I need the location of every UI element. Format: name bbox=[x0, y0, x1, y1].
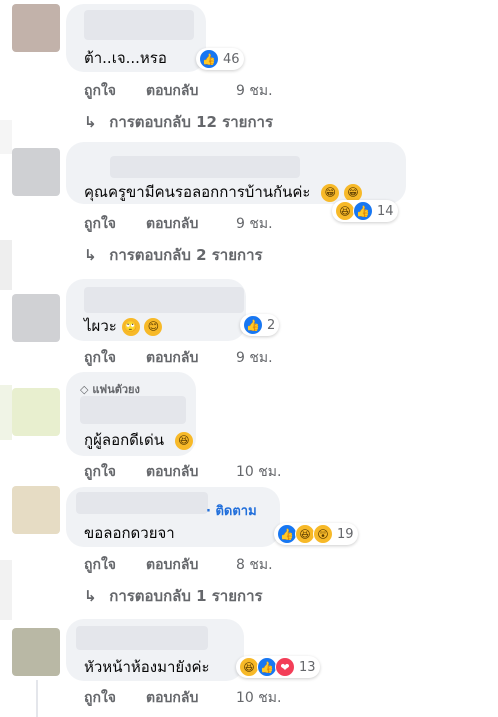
like-link[interactable]: ถูกใจ bbox=[84, 461, 116, 483]
avatar[interactable] bbox=[12, 148, 60, 196]
comment-text-content: ไผวะ bbox=[84, 317, 117, 335]
redacted-author-name[interactable] bbox=[84, 287, 244, 313]
view-replies-link[interactable]: ↳ การตอบกลับ 2 รายการ bbox=[84, 243, 263, 267]
reply-link[interactable]: ตอบกลับ bbox=[146, 213, 198, 235]
love-reaction-icon: ❤ bbox=[275, 657, 295, 677]
reaction-summary[interactable]: 👍 2 bbox=[240, 314, 280, 336]
redacted-author-name[interactable] bbox=[76, 492, 208, 514]
like-link[interactable]: ถูกใจ bbox=[84, 213, 116, 235]
comment-text: ไผวะ 🙄 😊 bbox=[84, 314, 163, 338]
reply-link[interactable]: ตอบกลับ bbox=[146, 80, 198, 102]
like-link[interactable]: ถูกใจ bbox=[84, 554, 116, 576]
left-edge-block bbox=[0, 560, 12, 620]
comment-text: ขอลอกดวยจา bbox=[84, 524, 175, 542]
view-replies-link[interactable]: ↳ การตอบกลับ 1 รายการ bbox=[84, 584, 263, 608]
comment-time[interactable]: 10 ชม. bbox=[236, 461, 281, 483]
haha-reaction-icon: 😆 bbox=[335, 201, 355, 221]
smile-emoji-icon: 😊 bbox=[144, 317, 163, 336]
diamond-icon: ◇ bbox=[80, 383, 89, 396]
haha-reaction-icon: 😆 bbox=[295, 524, 315, 544]
like-reaction-icon: 👍 bbox=[199, 49, 219, 69]
top-fan-label: แฟนตัวยง bbox=[92, 383, 140, 396]
comment-text: หัวหน้าห้องมายังค่ะ bbox=[84, 658, 210, 676]
reply-arrow-icon: ↳ bbox=[84, 587, 97, 605]
replies-label: การตอบกลับ 12 รายการ bbox=[109, 113, 274, 131]
reaction-count: 46 bbox=[223, 51, 240, 67]
like-link[interactable]: ถูกใจ bbox=[84, 80, 116, 102]
like-link[interactable]: ถูกใจ bbox=[84, 347, 116, 369]
reply-link[interactable]: ตอบกลับ bbox=[146, 347, 198, 369]
like-reaction-icon: 👍 bbox=[277, 524, 297, 544]
like-reaction-icon: 👍 bbox=[243, 315, 263, 335]
eye-roll-emoji-icon: 🙄 bbox=[121, 317, 140, 336]
comment-text: กูผู้ลอกดีเด่น 😆 bbox=[84, 428, 193, 452]
reaction-count: 14 bbox=[377, 203, 394, 219]
comment-text: คุณครูขามีคนรอลอกการบ้านกันค่ะ 😁 😁 bbox=[84, 180, 362, 204]
avatar[interactable] bbox=[12, 388, 60, 436]
avatar[interactable] bbox=[12, 294, 60, 342]
reaction-count: 13 bbox=[299, 659, 316, 675]
reply-arrow-icon: ↳ bbox=[84, 113, 97, 131]
replies-label: การตอบกลับ 2 รายการ bbox=[109, 246, 263, 264]
view-replies-link[interactable]: ↳ การตอบกลับ 12 รายการ bbox=[84, 110, 273, 134]
follow-link[interactable]: · ติดตาม bbox=[206, 500, 257, 521]
reply-link[interactable]: ตอบกลับ bbox=[146, 461, 198, 483]
reaction-summary[interactable]: 😆 👍 14 bbox=[332, 200, 398, 222]
comment-time[interactable]: 9 ชม. bbox=[236, 80, 273, 102]
reply-link[interactable]: ตอบกลับ bbox=[146, 687, 198, 709]
reply-arrow-icon: ↳ bbox=[84, 246, 97, 264]
laughing-emoji-icon: 😆 bbox=[174, 431, 193, 450]
like-reaction-icon: 👍 bbox=[257, 657, 277, 677]
grin-emoji-icon: 😁 bbox=[321, 183, 340, 202]
replies-label: การตอบกลับ 1 รายการ bbox=[109, 587, 263, 605]
left-edge-block bbox=[0, 120, 12, 154]
redacted-author-name[interactable] bbox=[84, 10, 194, 40]
haha-reaction-icon: 😆 bbox=[239, 657, 259, 677]
like-link[interactable]: ถูกใจ bbox=[84, 687, 116, 709]
avatar[interactable] bbox=[12, 628, 60, 676]
comment-text: ต้า..เจ...หรอ bbox=[84, 49, 167, 67]
comment-time[interactable]: 9 ชม. bbox=[236, 213, 273, 235]
thread-line bbox=[36, 680, 38, 717]
left-edge-block bbox=[0, 385, 12, 440]
comment-time[interactable]: 10 ชม. bbox=[236, 687, 281, 709]
redacted-author-name[interactable] bbox=[110, 156, 300, 178]
left-edge-block bbox=[0, 240, 12, 290]
reaction-summary[interactable]: 👍 😆 😲 19 bbox=[274, 523, 358, 545]
reaction-count: 2 bbox=[267, 317, 276, 333]
redacted-author-name[interactable] bbox=[80, 396, 186, 424]
reaction-summary[interactable]: 😆 👍 ❤ 13 bbox=[236, 656, 320, 678]
comment-time[interactable]: 8 ชม. bbox=[236, 554, 273, 576]
grin-emoji-icon: 😁 bbox=[344, 183, 362, 202]
comment-text-content: กูผู้ลอกดีเด่น bbox=[84, 431, 165, 449]
avatar[interactable] bbox=[12, 4, 60, 52]
redacted-author-name[interactable] bbox=[76, 626, 208, 650]
reaction-count: 19 bbox=[337, 526, 354, 542]
comment-time[interactable]: 9 ชม. bbox=[236, 347, 273, 369]
like-reaction-icon: 👍 bbox=[353, 201, 373, 221]
avatar[interactable] bbox=[12, 486, 60, 534]
reply-link[interactable]: ตอบกลับ bbox=[146, 554, 198, 576]
comment-text-content: คุณครูขามีคนรอลอกการบ้านกันค่ะ bbox=[84, 183, 311, 201]
reaction-summary[interactable]: 👍 46 bbox=[196, 48, 244, 70]
wow-reaction-icon: 😲 bbox=[313, 524, 333, 544]
